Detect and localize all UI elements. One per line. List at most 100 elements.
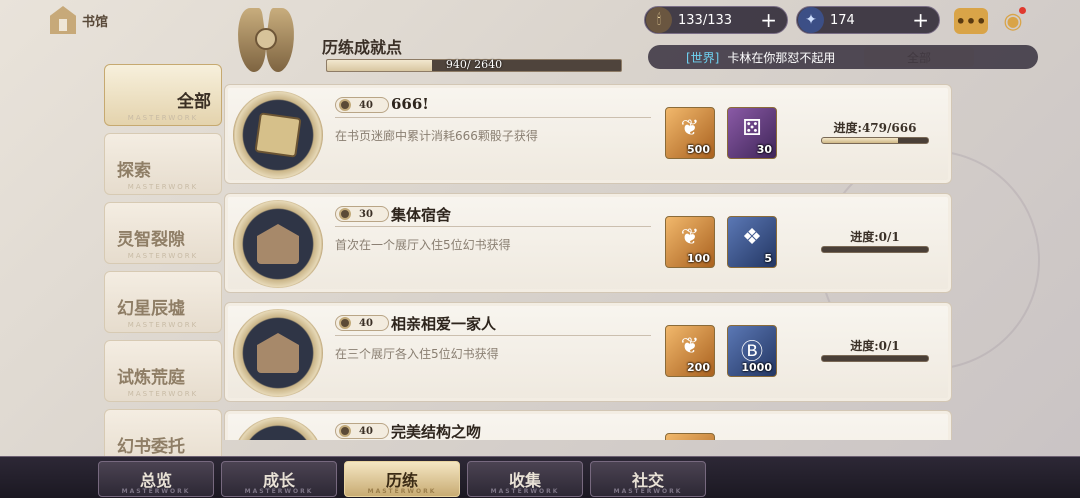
progress-label: 进度:0/1 — [850, 230, 900, 244]
reward-qty: 30 — [756, 143, 772, 156]
reward-qty: 100 — [687, 252, 710, 265]
reward-item[interactable] — [665, 433, 715, 440]
points-title: 历练成就点 — [322, 38, 403, 57]
points-value: 40 — [359, 425, 373, 437]
sidebar-item-label: 灵智裂隙 — [117, 230, 185, 250]
progress-bar — [821, 137, 929, 144]
achievement-desc: 在书页迷廊中累计消耗666颗骰子获得 — [335, 129, 538, 143]
achievement-badge — [233, 200, 323, 288]
ticker-message: 卡林在你那怼不起用 — [727, 50, 836, 65]
achievement-card[interactable]: 40 相亲相爱一家人 在三个展厅各入住5位幻书获得 ❦ 200 Ⓑ 1000 进度:… — [224, 302, 952, 402]
coin-icon — [339, 208, 351, 220]
candle-icon: 🕯 — [646, 7, 672, 33]
hall-icon — [257, 224, 299, 264]
progress-fill — [822, 138, 899, 143]
achievement-emblem — [233, 8, 299, 76]
fleur-icon — [255, 28, 277, 50]
reward-item[interactable]: ⚄ 30 — [727, 107, 777, 159]
coin-icon — [339, 317, 351, 329]
tab-tag: MASTERWORK — [490, 488, 560, 495]
tab-social[interactable]: 社交 MASTERWORK — [590, 461, 706, 497]
sidebar-item-tag: MASTERWORK — [127, 390, 199, 398]
dice-icon: ⚄ — [742, 116, 762, 141]
reward-item[interactable]: ❦ 200 — [665, 325, 715, 377]
tab-tag: MASTERWORK — [121, 488, 191, 495]
reward-item[interactable]: ❦ 100 — [665, 216, 715, 268]
sidebar-item-label: 全部 — [177, 92, 211, 112]
achievement-card[interactable]: 40 完美结构之吻 — [224, 410, 952, 440]
achievement-list[interactable]: 40 666! 在书页迷廊中累计消耗666颗骰子获得 ❦ 500 ⚄ 30 进度:4… — [224, 84, 952, 440]
home-label: 书馆 — [82, 14, 109, 30]
reward-qty: 5 — [764, 252, 772, 265]
sidebar-item-label: 探索 — [117, 161, 151, 181]
stamina-value: 133/133 — [678, 12, 733, 28]
progress-label: 进度:0/1 — [850, 339, 900, 353]
reward-qty: 1000 — [741, 361, 772, 374]
points-progress-text: 940/ 2640 — [445, 58, 503, 71]
sidebar-item-label: 幻书委托 — [117, 437, 185, 457]
chat-icon: ••• — [955, 11, 987, 31]
reward-qty: 200 — [687, 361, 710, 374]
notification-dot — [1019, 7, 1026, 14]
home-button[interactable]: 书馆 — [50, 6, 108, 34]
points-value: 40 — [359, 317, 373, 329]
coin-icon — [339, 425, 351, 437]
sidebar-item-explore[interactable]: 探索 MASTERWORK — [104, 133, 222, 195]
achievement-title: 相亲相爱一家人 — [391, 315, 497, 333]
add-stamina-button[interactable]: + — [760, 8, 777, 32]
achievement-title: 集体宿舍 — [391, 206, 452, 224]
reward-item[interactable]: ❖ 5 — [727, 216, 777, 268]
achievement-badge — [233, 309, 323, 397]
feather-icon: ❦ — [680, 116, 700, 141]
achievement-card[interactable]: 30 集体宿舍 首次在一个展厅入住5位幻书获得 ❦ 100 ❖ 5 进度:0/1 — [224, 193, 952, 293]
feather-icon: ✦ — [798, 7, 824, 33]
achievement-card[interactable]: 40 666! 在书页迷廊中累计消耗666颗骰子获得 ❦ 500 ⚄ 30 进度:4… — [224, 84, 952, 184]
reward-qty: 500 — [687, 143, 710, 156]
gift-icon: ❖ — [742, 225, 762, 250]
tab-overview[interactable]: 总览 MASTERWORK — [98, 461, 214, 497]
ticker-channel: [世界] — [686, 50, 720, 65]
sidebar-item-tag: MASTERWORK — [127, 321, 199, 329]
sidebar-item-tag: MASTERWORK — [127, 252, 199, 260]
divider — [335, 335, 651, 336]
achievement-desc: 首次在一个展厅入住5位幻书获得 — [335, 238, 511, 252]
divider — [335, 117, 651, 118]
add-gem-button[interactable]: + — [912, 8, 929, 32]
gem-value: 174 — [830, 12, 855, 28]
world-chat-ticker[interactable]: [世界] 卡林在你那怼不起用 — [648, 45, 1038, 69]
reward-item[interactable]: Ⓑ 1000 — [727, 325, 777, 377]
gem-resource: ✦ 174 + — [796, 6, 940, 34]
dice-icon — [254, 112, 302, 158]
coin-icon — [339, 99, 351, 111]
achievement-badge — [233, 417, 323, 440]
achievement-desc: 在三个展厅各入住5位幻书获得 — [335, 347, 499, 361]
sidebar-item-tag: MASTERWORK — [127, 114, 199, 122]
library-icon — [50, 6, 76, 34]
sidebar-item-all[interactable]: 全部 MASTERWORK — [104, 64, 222, 126]
stamina-resource: 🕯 133/133 + — [644, 6, 788, 34]
sidebar-item-rift[interactable]: 灵智裂隙 MASTERWORK — [104, 202, 222, 264]
tab-tag: MASTERWORK — [367, 488, 437, 495]
sidebar-item-trial[interactable]: 试炼荒庭 MASTERWORK — [104, 340, 222, 402]
reward-item[interactable]: ❦ 500 — [665, 107, 715, 159]
sidebar-item-label: 试炼荒庭 — [117, 368, 185, 388]
achievement-badge — [233, 91, 323, 179]
tab-tag: MASTERWORK — [244, 488, 314, 495]
points-tag: 40 — [335, 315, 389, 331]
progress-bar — [821, 246, 929, 253]
tab-growth[interactable]: 成长 MASTERWORK — [221, 461, 337, 497]
achievement-title: 完美结构之吻 — [391, 423, 482, 440]
points-value: 30 — [359, 208, 373, 220]
sidebar-item-tag: MASTERWORK — [127, 183, 199, 191]
progress-label: 进度:479/666 — [833, 121, 917, 135]
sidebar-item-label: 幻星辰墟 — [117, 299, 185, 319]
bottom-nav: 总览 MASTERWORK 成长 MASTERWORK 历练 MASTERWORK 收… — [0, 456, 1080, 498]
tab-collection[interactable]: 收集 MASTERWORK — [467, 461, 583, 497]
divider — [335, 226, 651, 227]
hall-icon — [257, 333, 299, 373]
sidebar-item-starruins[interactable]: 幻星辰墟 MASTERWORK — [104, 271, 222, 333]
progress-bar — [821, 355, 929, 362]
chat-button[interactable]: ••• — [954, 8, 988, 34]
tab-training[interactable]: 历练 MASTERWORK — [344, 461, 460, 497]
points-tag: 40 — [335, 423, 389, 439]
